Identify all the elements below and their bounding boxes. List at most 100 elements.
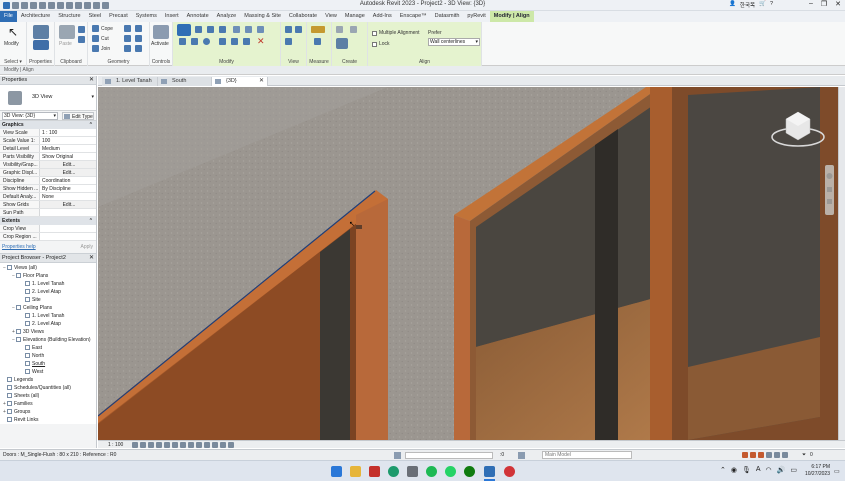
ribbon-tab-10[interactable]: Collaborate (285, 11, 321, 22)
show-crop-icon[interactable] (180, 442, 186, 448)
create-group-icon[interactable] (350, 26, 357, 33)
door2-frame-left-post[interactable] (454, 215, 470, 440)
property-value[interactable]: Edit... (40, 169, 96, 176)
paste-button[interactable]: Paste (59, 41, 72, 47)
property-value[interactable]: Edit... (40, 201, 96, 208)
browser-item[interactable]: + Groups (0, 408, 96, 416)
browser-item[interactable]: 1. Level Tanah (0, 312, 96, 320)
design-options-icon[interactable] (518, 452, 525, 459)
instance-selector[interactable]: 3D View: {3D} ▾ (2, 112, 58, 120)
create-similar-icon[interactable] (336, 38, 348, 49)
xbox-icon[interactable] (464, 466, 475, 477)
geom-tool-2-icon[interactable] (135, 25, 142, 32)
browser-item[interactable]: Schedules/Quantities (all) (0, 384, 96, 392)
geom-tool-4-icon[interactable] (135, 35, 142, 42)
select-dropdown[interactable]: Select ▾ (0, 59, 26, 65)
scale-icon[interactable] (243, 38, 250, 45)
ribbon-tab-17[interactable]: Modify | Align (489, 11, 534, 22)
multiple-alignment-checkbox[interactable] (372, 31, 377, 36)
geom-tool-1-icon[interactable] (124, 25, 131, 32)
ribbon-tab-3[interactable]: Steel (85, 11, 106, 22)
paste-icon[interactable] (59, 25, 75, 39)
render-icon[interactable] (164, 442, 170, 448)
property-value[interactable]: None (40, 193, 96, 200)
property-value[interactable]: 100 (40, 137, 96, 144)
geom-tool-5-icon[interactable] (124, 45, 131, 52)
properties-palette-icon[interactable] (33, 40, 49, 50)
trim-icon[interactable] (219, 38, 226, 45)
language-icon[interactable]: A (756, 466, 761, 474)
rotate-icon[interactable] (203, 38, 210, 45)
store-icon[interactable] (407, 466, 418, 477)
join-button[interactable]: Join (101, 46, 110, 52)
navigation-bar[interactable] (825, 165, 834, 215)
browser-item[interactable]: − Floor Plans (0, 272, 96, 280)
restore-icon[interactable]: ❐ (821, 0, 827, 8)
file-explorer-icon[interactable] (350, 466, 361, 477)
activate-button[interactable]: Activate (151, 41, 169, 47)
workset-icon[interactable] (394, 452, 401, 459)
browser-item[interactable]: 2. Level Atap (0, 288, 96, 296)
ribbon-tab-11[interactable]: View (321, 11, 341, 22)
move-icon[interactable] (179, 38, 186, 45)
viewport-scrollbar[interactable] (838, 87, 845, 440)
ribbon-tab-12[interactable]: Manage (341, 11, 369, 22)
select-by-face-icon[interactable] (766, 452, 772, 458)
detail-level-icon[interactable] (132, 442, 138, 448)
worksharing-icon[interactable] (212, 442, 218, 448)
apply-button[interactable]: Apply (80, 244, 93, 250)
browser-item[interactable]: + Families (0, 400, 96, 408)
property-value[interactable]: Show Original (40, 153, 96, 160)
browser-item[interactable]: +3D Views (0, 328, 96, 336)
array-icon[interactable] (231, 38, 238, 45)
acrobat-icon[interactable] (369, 466, 380, 477)
select-underlay-icon[interactable] (750, 452, 756, 458)
cut-clipboard-icon[interactable] (78, 26, 85, 33)
analytical-icon[interactable] (220, 442, 226, 448)
volume-icon[interactable]: 🔊 (777, 466, 786, 474)
browser-item[interactable]: − Ceiling Plans (0, 304, 96, 312)
ribbon-tab-2[interactable]: Structure (54, 11, 84, 22)
create-part-icon[interactable] (336, 26, 343, 33)
3d-viewport[interactable]: ↖ (98, 87, 838, 440)
ribbon-tab-16[interactable]: pyRevit (463, 11, 489, 22)
hide-icon[interactable] (285, 26, 292, 33)
linework-icon[interactable] (285, 38, 292, 45)
user-icon[interactable]: 👤 (729, 1, 736, 9)
browser-item[interactable]: Site (0, 296, 96, 304)
measure-tool-icon[interactable] (311, 26, 325, 33)
ribbon-tab-6[interactable]: Insert (161, 11, 183, 22)
mirror-draw-icon[interactable] (219, 26, 226, 33)
select-pinned-icon[interactable] (758, 452, 764, 458)
property-value[interactable] (40, 209, 96, 216)
ribbon-tab-15[interactable]: Datasmith (431, 11, 464, 22)
close-icon[interactable]: ✕ (835, 0, 841, 8)
shadows-icon[interactable] (156, 442, 162, 448)
browser-item[interactable]: South (0, 360, 96, 368)
battery-icon[interactable]: ▭ (790, 466, 797, 474)
property-value[interactable]: Edit... (40, 161, 96, 168)
browser-item[interactable]: 1. Level Tanah (0, 280, 96, 288)
ribbon-tab-5[interactable]: Systems (132, 11, 161, 22)
help-icon[interactable]: ? (770, 1, 773, 9)
modify-button[interactable]: Modify (4, 41, 19, 47)
type-selector[interactable]: 3D View ▾ (0, 85, 96, 111)
properties-help-link[interactable]: Properties help (2, 244, 36, 250)
app-red-icon[interactable] (504, 466, 515, 477)
lock-checkbox[interactable] (372, 42, 377, 47)
browser-item[interactable]: East (0, 344, 96, 352)
property-value[interactable]: Coordination (40, 177, 96, 184)
tray-app-icon[interactable]: ◉ (731, 466, 737, 474)
workset-field[interactable] (405, 452, 493, 459)
temp-hide-icon[interactable] (196, 442, 202, 448)
visual-style-icon[interactable] (140, 442, 146, 448)
copy-clipboard-icon[interactable] (78, 36, 85, 43)
close-tab-icon[interactable]: ✕ (259, 77, 264, 86)
view-tab[interactable]: 1. Level Tanah (102, 77, 158, 86)
dimension-icon[interactable] (314, 38, 321, 45)
drag-elements-icon[interactable] (774, 452, 780, 458)
crop-icon[interactable] (172, 442, 178, 448)
browser-item[interactable]: Sheets (all) (0, 392, 96, 400)
property-value[interactable] (40, 233, 96, 240)
property-value[interactable]: 1 : 100 (40, 129, 96, 136)
